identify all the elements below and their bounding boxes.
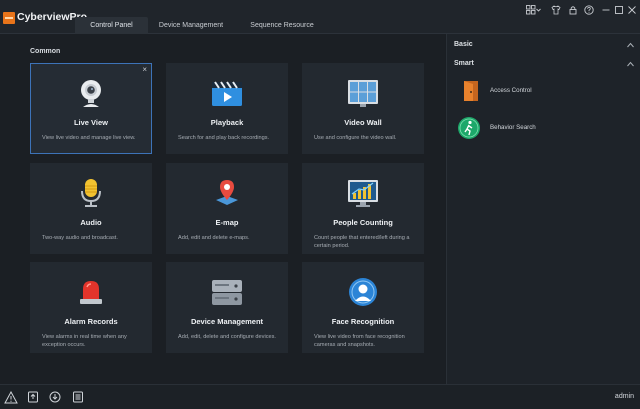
card-description: View live video from face recognition ca…	[314, 334, 405, 348]
download-icon[interactable]	[49, 391, 61, 403]
card-video-wall[interactable]: Video Wall Use and configure the video w…	[302, 63, 424, 154]
chevron-up-icon[interactable]	[627, 61, 634, 67]
card-alarm-records[interactable]: Alarm Records View alarms in real time w…	[30, 262, 152, 353]
card-title: People Counting	[333, 218, 393, 227]
tshirt-skin-icon[interactable]	[551, 5, 561, 15]
people-counting-icon	[303, 178, 423, 208]
card-face-recognition[interactable]: Face Recognition View live video from fa…	[302, 262, 424, 353]
maximize-icon[interactable]	[614, 5, 624, 15]
card-playback[interactable]: Playback Search for and play back record…	[166, 63, 288, 154]
tab-control-panel[interactable]: Control Panel	[75, 17, 148, 34]
lock-icon[interactable]	[568, 5, 578, 15]
card-description: Two-way audio and broadcast.	[42, 235, 118, 241]
card-title: E-map	[215, 218, 239, 227]
card-live-view[interactable]: × Live View View live video and manage l…	[30, 63, 152, 154]
chevron-down-icon[interactable]	[536, 5, 541, 15]
card-title: Alarm Records	[64, 317, 118, 326]
bottom-bar: admin	[0, 384, 640, 409]
face-recognition-icon	[303, 277, 423, 307]
card-title: Live View	[73, 118, 109, 127]
right-panel: Basic Smart Access Control Behavior Sear…	[446, 34, 640, 384]
tab-sequence-resource[interactable]: Sequence Resource	[238, 17, 326, 34]
access-control-label: Access Control	[490, 87, 532, 94]
card-description: Count people that entered/left during a …	[314, 235, 410, 249]
help-icon[interactable]	[584, 5, 594, 15]
close-icon[interactable]	[627, 5, 637, 15]
section-label-common: Common	[30, 48, 61, 55]
camera-icon	[31, 78, 151, 108]
close-icon[interactable]: ×	[142, 66, 147, 74]
card-people-counting[interactable]: People Counting Count people that entere…	[302, 163, 424, 254]
alarm-light-icon	[31, 277, 151, 307]
behavior-search-label: Behavior Search	[490, 124, 536, 131]
card-description: View live video and manage live view.	[42, 135, 136, 141]
card-description: Search for and play back recordings.	[178, 135, 270, 141]
behavior-search-item[interactable]: Behavior Search	[456, 116, 606, 142]
card-title: Video Wall	[344, 118, 382, 127]
door-icon	[464, 81, 478, 101]
card-description: View alarms in real time when any except…	[42, 334, 127, 348]
card-title: Playback	[210, 118, 244, 127]
card-audio[interactable]: Audio Two-way audio and broadcast.	[30, 163, 152, 254]
task-list-icon[interactable]	[72, 391, 84, 403]
video-wall-icon	[303, 78, 423, 108]
card-description: Add, edit and delete e-maps.	[178, 235, 250, 241]
access-control-item[interactable]: Access Control	[456, 79, 606, 105]
tab-device-management[interactable]: Device Management	[154, 17, 228, 34]
card-device-management[interactable]: Device Management Add, edit, delete and …	[166, 262, 288, 353]
minimize-icon[interactable]	[601, 5, 611, 15]
current-user[interactable]: admin	[615, 393, 634, 400]
map-pin-icon	[167, 178, 287, 208]
chevron-up-icon[interactable]	[627, 42, 634, 48]
running-person-icon	[458, 117, 480, 139]
card-title: Audio	[80, 218, 102, 227]
app-logo	[3, 12, 15, 24]
card-e-map[interactable]: E-map Add, edit and delete e-maps.	[166, 163, 288, 254]
smart-section-header[interactable]: Smart	[454, 60, 474, 67]
microphone-icon	[31, 178, 151, 208]
playback-icon	[167, 78, 287, 108]
card-description: Add, edit, delete and configure devices.	[178, 334, 276, 340]
card-title: Device Management	[190, 317, 264, 326]
card-title: Face Recognition	[331, 317, 395, 326]
card-description: Use and configure the video wall.	[314, 135, 397, 141]
title-bar: CyberviewPro Control Panel Device Manage…	[0, 0, 640, 34]
server-icon	[167, 277, 287, 307]
warning-icon[interactable]	[4, 391, 18, 404]
basic-section-header[interactable]: Basic	[454, 41, 473, 48]
export-icon[interactable]	[27, 391, 39, 403]
grid-menu-icon[interactable]	[526, 5, 536, 15]
